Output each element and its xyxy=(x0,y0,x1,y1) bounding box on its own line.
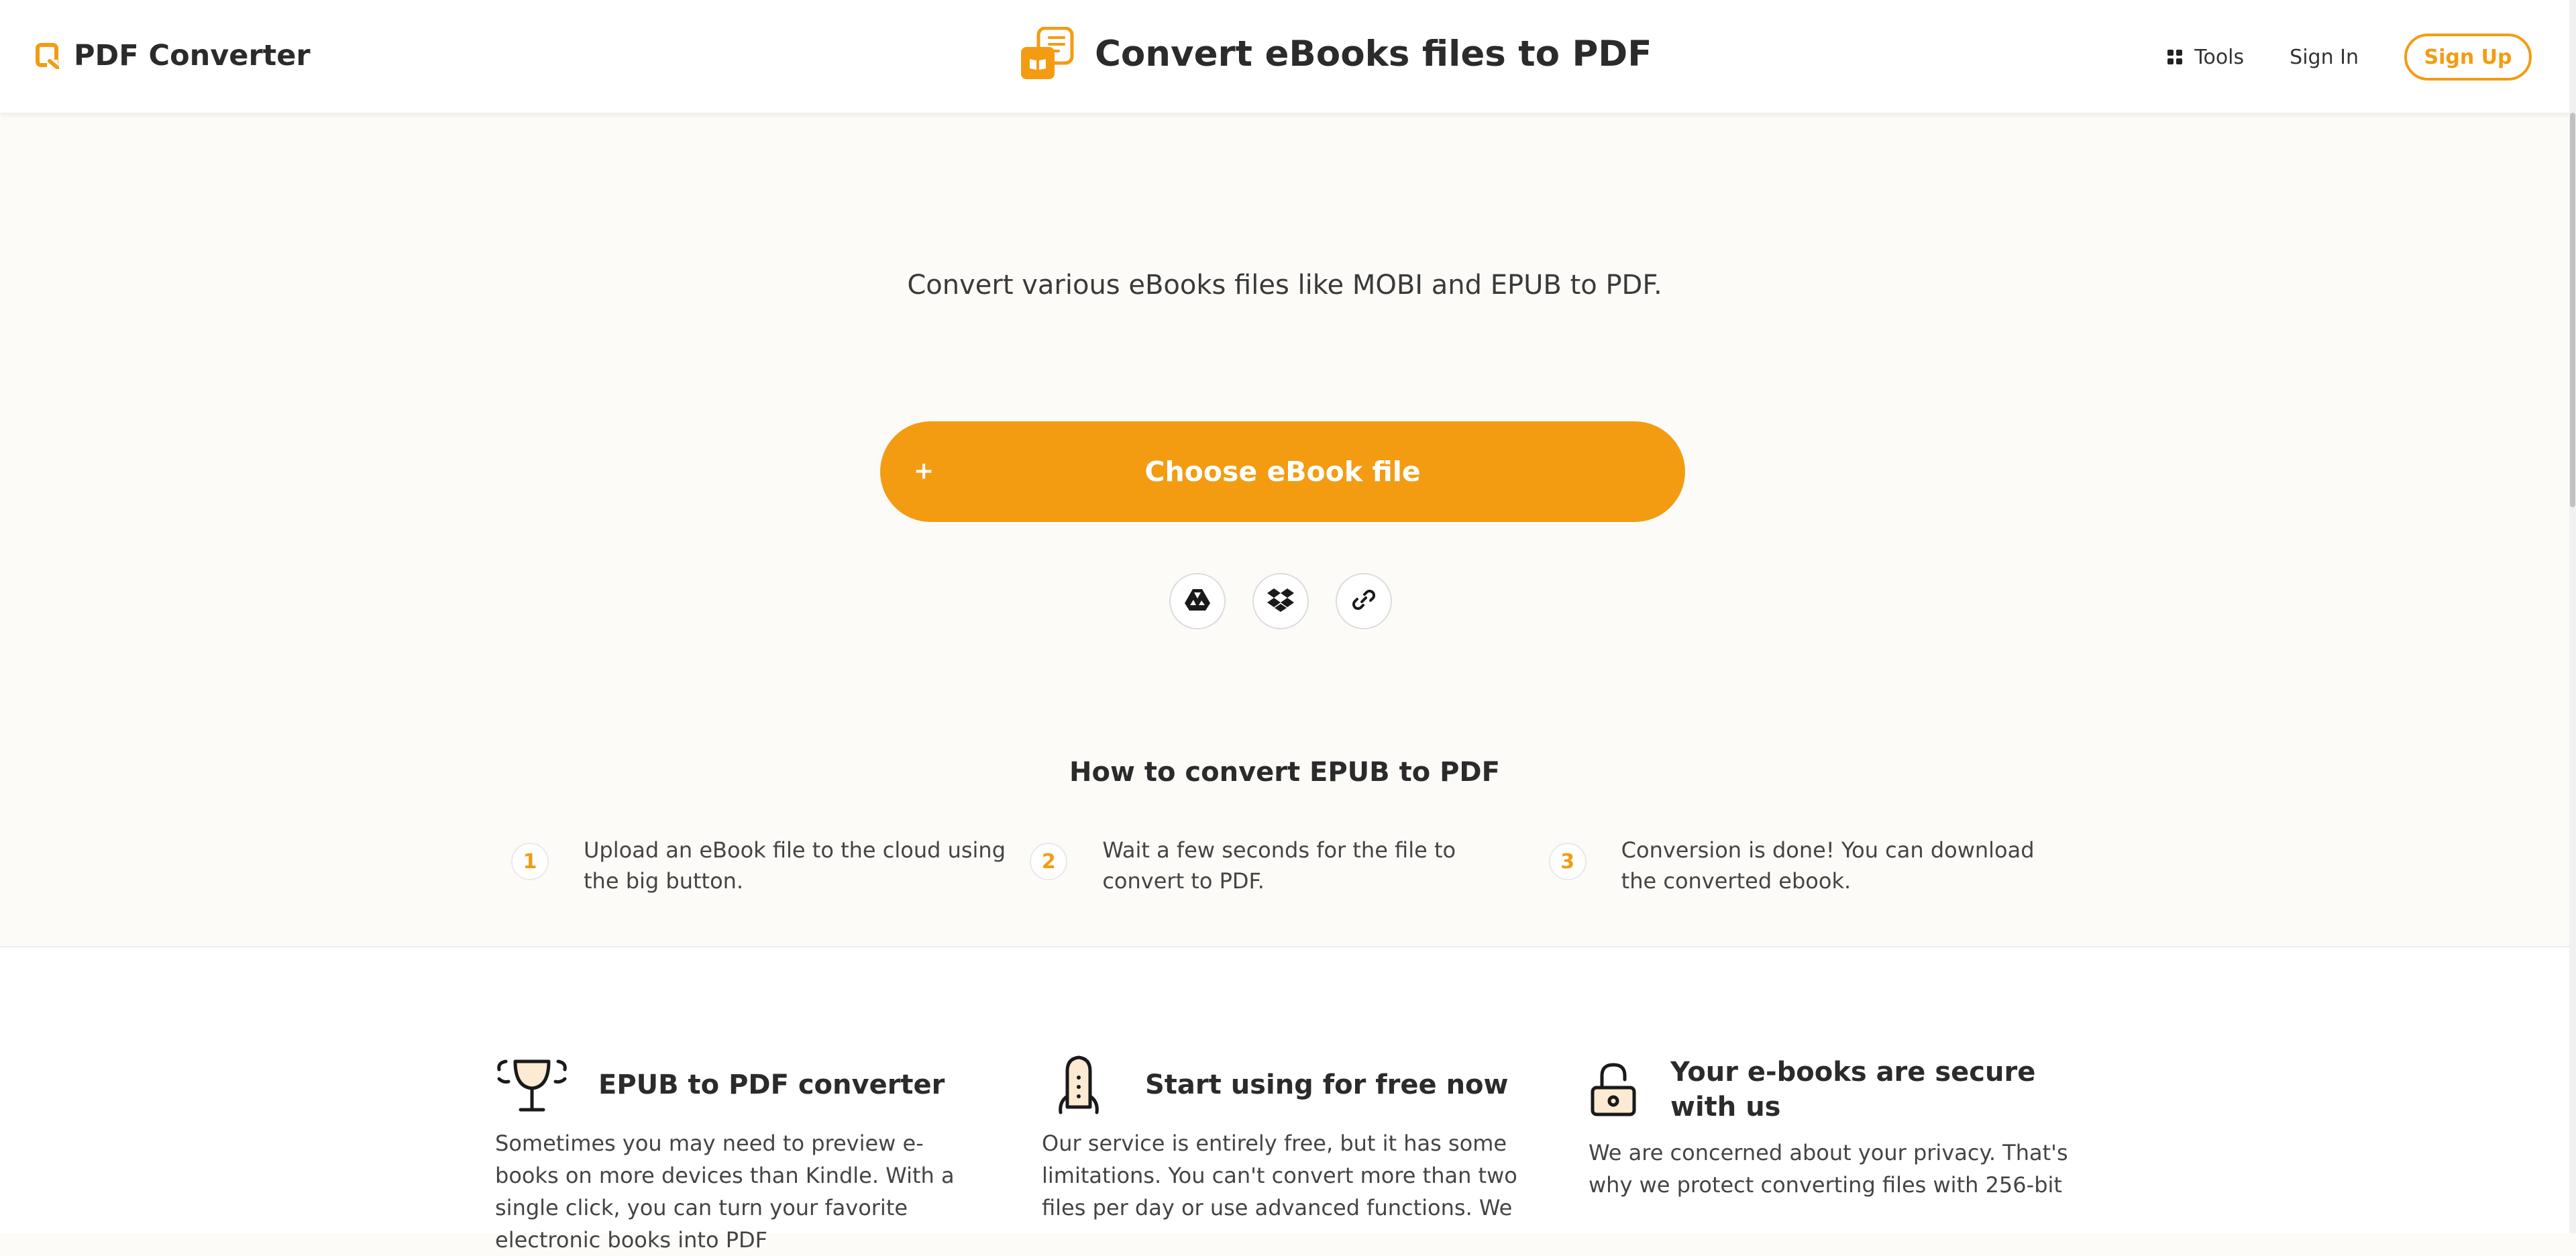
dropbox-button[interactable] xyxy=(1252,573,1309,629)
link-button[interactable] xyxy=(1336,573,1392,629)
page-scrollbar[interactable] xyxy=(2569,0,2576,1233)
feature-card: EPUB to PDF converter Sometimes you may … xyxy=(495,1055,978,1256)
feature-title: Start using for free now xyxy=(1145,1069,1509,1100)
how-to-title: How to convert EPUB to PDF xyxy=(1069,757,1500,788)
tools-label: Tools xyxy=(2194,45,2245,69)
choose-file-label: Choose eBook file xyxy=(1144,456,1421,488)
google-drive-icon xyxy=(1184,588,1211,615)
trophy-icon xyxy=(495,1055,569,1115)
page-title-group: Convert eBooks files to PDF xyxy=(1018,26,1652,81)
features-section: EPUB to PDF converter Sometimes you may … xyxy=(0,947,2569,1253)
feature-card: Your e-books are secure with us We are c… xyxy=(1589,1055,2072,1201)
top-header: PDF Converter Convert eBooks files to PD… xyxy=(0,0,2569,113)
link-icon xyxy=(1350,586,1377,616)
step-number: 2 xyxy=(1030,843,1068,880)
ebook-convert-icon xyxy=(1018,26,1075,81)
choose-file-button[interactable]: + Choose eBook file xyxy=(880,421,1685,522)
brand-logo[interactable]: PDF Converter xyxy=(35,39,311,72)
feature-body: Our service is entirely free, but it has… xyxy=(1042,1131,1517,1220)
feature-card: Start using for free now Our service is … xyxy=(1042,1055,1525,1224)
dropbox-icon xyxy=(1267,587,1294,615)
step-item: 2 Wait a few seconds for the file to con… xyxy=(1030,835,1548,896)
step-text: Conversion is done! You can download the… xyxy=(1621,837,2035,894)
step-number: 3 xyxy=(1548,843,1587,880)
google-drive-button[interactable] xyxy=(1169,573,1226,629)
rocket-icon xyxy=(1042,1055,1116,1115)
header-nav: Tools Sign In Sign Up xyxy=(2167,34,2532,81)
step-item: 3 Conversion is done! You can download t… xyxy=(1548,835,2068,896)
tools-menu[interactable]: Tools xyxy=(2167,46,2244,69)
brand-name: PDF Converter xyxy=(74,39,311,72)
step-text: Upload an eBook file to the cloud using … xyxy=(584,837,1006,894)
lock-icon xyxy=(1589,1059,1638,1120)
step-text: Wait a few seconds for the file to conve… xyxy=(1102,837,1456,894)
hero-subtitle: Convert various eBooks files like MOBI a… xyxy=(907,270,1662,301)
how-to-steps: 1 Upload an eBook file to the cloud usin… xyxy=(511,835,2068,896)
step-number: 1 xyxy=(511,843,549,880)
feature-body: Sometimes you may need to preview e-book… xyxy=(495,1131,955,1253)
scrollbar-thumb[interactable] xyxy=(2570,113,2575,507)
step-item: 1 Upload an eBook file to the cloud usin… xyxy=(511,835,1030,896)
logo-icon xyxy=(35,42,59,69)
feature-title: EPUB to PDF converter xyxy=(598,1069,945,1100)
feature-title: Your e-books are secure with us xyxy=(1670,1057,2036,1122)
plus-icon: + xyxy=(914,457,934,485)
grid-icon xyxy=(2167,50,2183,64)
sign-up-button[interactable]: Sign Up xyxy=(2404,34,2532,81)
sign-in-link[interactable]: Sign In xyxy=(2290,46,2359,69)
feature-body: We are concerned about your privacy. Tha… xyxy=(1589,1140,2068,1198)
page-title: Convert eBooks files to PDF xyxy=(1095,33,1652,74)
upload-sources xyxy=(1169,573,1392,629)
